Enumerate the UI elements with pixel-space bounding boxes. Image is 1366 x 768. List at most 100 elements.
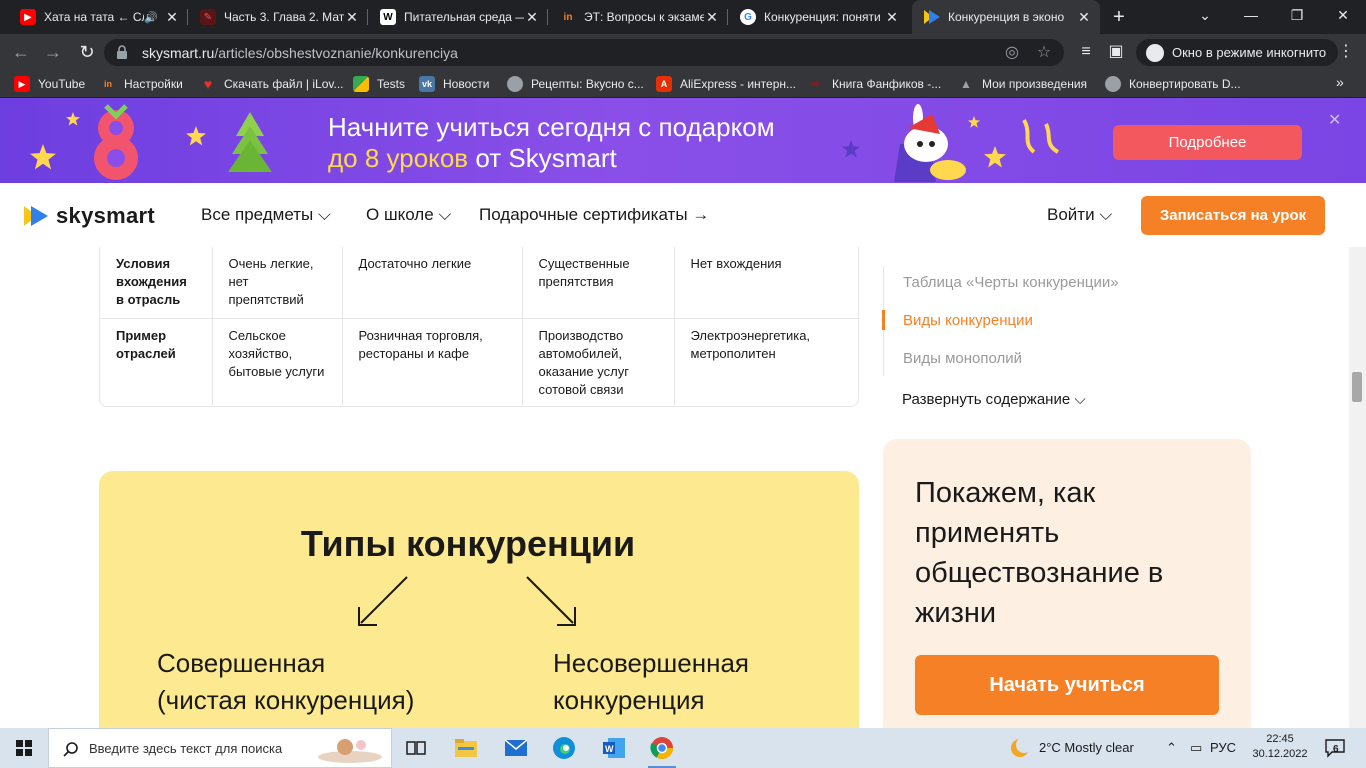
row-header: Условия вхождения в отрасль [100, 247, 213, 318]
tab-title: Конкуренция: поняти [764, 10, 881, 24]
close-icon[interactable]: ✕ [344, 9, 360, 26]
table-cell: Существенные препятствия [522, 247, 675, 318]
reading-list-icon[interactable]: ≡ [1076, 42, 1096, 62]
bookmark-item[interactable]: Конвертировать D... [1105, 75, 1241, 93]
bookmark-item[interactable]: ▲ Мои произведения [958, 75, 1087, 93]
weather-text[interactable]: 2°C Mostly clear [1039, 740, 1134, 755]
table-cell: Сельское хозяйство, бытовые услуги [212, 317, 343, 406]
bookmark-item[interactable]: ▶ YouTube [14, 75, 85, 93]
close-icon[interactable]: ✕ [524, 9, 540, 26]
bookmarks-overflow-icon[interactable]: » [1336, 74, 1344, 90]
bookmark-item[interactable]: vk Новости [419, 75, 489, 93]
star-icon [30, 144, 56, 170]
notifications-icon[interactable]: 6 [1324, 738, 1346, 758]
close-window-icon[interactable]: ✕ [1320, 0, 1366, 30]
star-icon [842, 140, 860, 158]
skysmart-icon [924, 9, 940, 25]
task-view-icon[interactable] [394, 732, 438, 764]
bookmark-item[interactable]: Tests [353, 75, 405, 93]
close-icon[interactable]: ✕ [164, 9, 180, 26]
page-scrollbar[interactable] [1349, 247, 1366, 728]
start-learning-button[interactable]: Начать учиться [915, 655, 1219, 715]
close-icon[interactable]: ✕ [1328, 110, 1341, 130]
forward-icon[interactable]: → [42, 41, 64, 63]
browser-tab[interactable]: G Конкуренция: поняти ✕ [728, 0, 908, 34]
tab-title: ЭТ: Вопросы к экзаме [584, 10, 704, 24]
nav-all-subjects[interactable]: Все предметы ⌵ [201, 205, 331, 225]
arrow-down-left-icon [358, 576, 408, 626]
nav-about-school[interactable]: О школе ⌵ [366, 205, 451, 225]
menu-kebab-icon[interactable]: ⋮ [1336, 42, 1356, 62]
infographic-title: Типы конкуренции [300, 523, 636, 564]
eye-off-icon[interactable]: ◎ [1002, 43, 1022, 63]
back-icon[interactable]: ← [10, 41, 32, 63]
bookmark-item[interactable]: in Настройки [100, 75, 183, 93]
mail-icon[interactable] [494, 732, 538, 764]
reload-icon[interactable]: ↻ [76, 41, 98, 63]
search-highlight-illustration-icon [318, 739, 382, 763]
promo-card-title: Покажем, как применять обществознание в … [915, 477, 1164, 629]
toc-item[interactable]: Таблица «Черты конкуренции» [903, 274, 1119, 291]
taskbar-search-input[interactable]: Введите здесь текст для поиска [48, 728, 392, 768]
toc-item[interactable]: Виды монополий [903, 350, 1022, 367]
edge-browser-icon[interactable] [542, 732, 586, 764]
promo-banner[interactable]: Начните учиться сегодня с подарком до 8 … [0, 98, 1366, 183]
tab-title: Питательная среда — [404, 10, 524, 24]
scrollbar-thumb[interactable] [1352, 372, 1362, 402]
book-lesson-button[interactable]: Записаться на урок [1141, 196, 1325, 235]
windows-start-icon[interactable] [0, 728, 48, 768]
login-button[interactable]: Войти ⌵ [1047, 205, 1112, 225]
star-icon [186, 126, 206, 146]
speaker-icon[interactable]: 🔊 [144, 11, 158, 24]
close-icon[interactable]: ✕ [1076, 9, 1092, 26]
youtube-icon: ▶ [14, 76, 30, 92]
browser-tab[interactable]: in ЭТ: Вопросы к экзаме ✕ [548, 0, 728, 34]
new-tab-button[interactable]: + [1108, 6, 1130, 28]
tests-icon [353, 76, 369, 92]
expand-contents-button[interactable]: Развернуть содержание ⌵ [902, 391, 1086, 408]
tab-search-icon[interactable]: ⌄ [1182, 0, 1228, 30]
incognito-label: Окно в режиме инкогнито [1172, 45, 1327, 60]
bookmark-item[interactable]: A AliExpress - интерн... [656, 75, 796, 93]
file-explorer-icon[interactable] [444, 732, 488, 764]
network-icon[interactable]: ▭ [1190, 740, 1202, 756]
bunny-mascot-icon [894, 104, 966, 182]
bookmark-star-icon[interactable]: ☆ [1034, 43, 1054, 63]
language-indicator[interactable]: РУС [1210, 740, 1236, 755]
search-placeholder: Введите здесь текст для поиска [89, 741, 283, 756]
site-header: skysmart Все предметы ⌵ О школе ⌵ Подаро… [0, 183, 1366, 247]
browser-tab-active[interactable]: Конкуренция в эконо ✕ [912, 0, 1100, 34]
chevron-down-icon: ⌵ [1074, 391, 1086, 408]
competition-types-infographic: Типы конкуренции Совершенная (чистая кон… [99, 471, 859, 768]
weather-moon-icon[interactable] [1008, 736, 1032, 760]
bookmark-item[interactable]: ♥ Скачать файл | iLov... [200, 75, 344, 93]
banner-details-button[interactable]: Подробнее [1113, 125, 1302, 160]
bookmark-item[interactable]: Рецепты: Вкусно с... [507, 75, 644, 93]
system-clock[interactable]: 22:45 30.12.2022 [1252, 732, 1308, 762]
chrome-icon[interactable] [640, 732, 684, 768]
address-bar[interactable]: skysmart.ru/articles/obshestvoznanie/kon… [104, 39, 1064, 66]
bookmarks-bar: ▶ YouTube in Настройки ♥ Скачать файл | iLo… [0, 70, 1366, 98]
table-cell: Очень легкие, нет препятствий [212, 247, 343, 318]
minimize-icon[interactable]: — [1228, 0, 1274, 30]
bookmark-item[interactable]: ✒ Книга Фанфиков -... [808, 75, 941, 93]
star-icon [968, 116, 980, 128]
close-icon[interactable]: ✕ [704, 9, 720, 26]
tray-chevron-up-icon[interactable]: ⌃ [1166, 740, 1177, 756]
star-icon [66, 112, 80, 126]
toc-item-active[interactable]: Виды конкуренции [903, 312, 1033, 329]
table-cell: Нет вхождения [690, 256, 782, 271]
heart-icon: ♥ [203, 76, 213, 92]
maximize-icon[interactable]: ❐ [1274, 0, 1320, 30]
browser-tab[interactable]: ▶ Хата на тата ← Сл 🔊 ✕ [8, 0, 188, 34]
browser-tab[interactable]: W Питательная среда — ✕ [368, 0, 548, 34]
browser-tab[interactable]: ✎ Часть 3. Глава 2. Мате ✕ [188, 0, 368, 34]
skysmart-logo[interactable]: skysmart [24, 203, 155, 229]
table-of-contents: Таблица «Черты конкуренции» Виды конкуре… [882, 266, 1243, 376]
youtube-icon: ▶ [20, 9, 36, 25]
side-panel-icon[interactable]: ▣ [1106, 42, 1126, 62]
close-icon[interactable]: ✕ [884, 9, 900, 26]
word-icon[interactable]: W [592, 732, 636, 764]
incognito-badge[interactable]: Окно в режиме инкогнито [1136, 39, 1339, 66]
nav-gift-certificates[interactable]: Подарочные сертификаты → [479, 205, 709, 225]
